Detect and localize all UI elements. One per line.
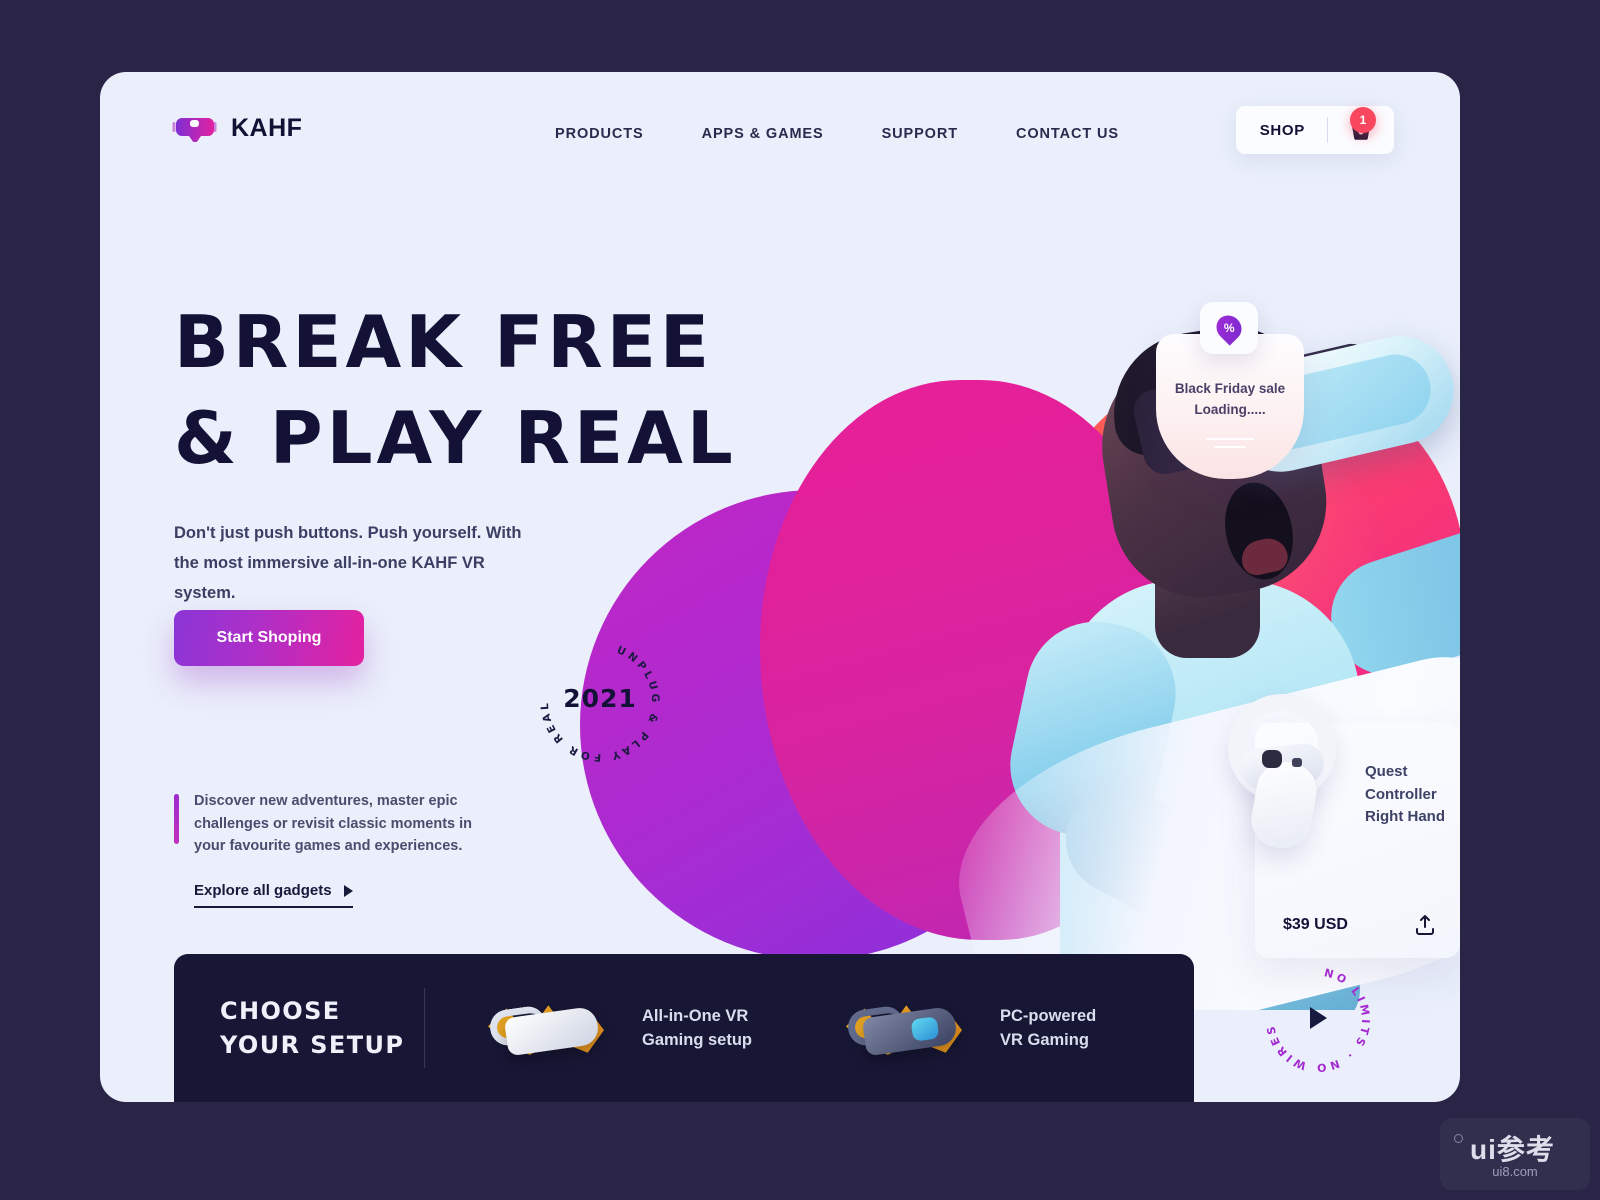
discount-flame-icon: % [1200,302,1258,354]
shopping-basket-icon[interactable]: 1 [1348,107,1376,143]
headline-line-1: BREAK FREE [174,300,714,384]
explore-label: Explore all gadgets [194,882,332,899]
setup-title: CHOOSE YOUR SETUP [220,994,404,1062]
site-header: KAHF PRODUCTS APPS & GAMES SUPPORT CONTA… [100,72,1460,190]
setup-option-all-in-one[interactable]: All-in-One VR Gaming setup [484,992,772,1064]
nav-item-contact-us[interactable]: CONTACT US [1016,120,1119,148]
controller-button [1292,758,1302,767]
play-triangle-icon [343,884,353,897]
choose-setup-bar: CHOOSE YOUR SETUP All-in-One VR Gaming s… [174,954,1194,1102]
brand-name: KAHF [231,114,303,142]
product-price: $39 USD [1283,916,1348,933]
brand-logo[interactable]: KAHF [172,114,302,143]
promo-text: Black Friday sale Loading..... [1156,378,1304,420]
shop-area: SHOP 1 [1235,106,1394,154]
hero-quote-text: Discover new adventures, master epic cha… [194,793,473,854]
hero-quote-block: Discover new adventures, master epic cha… [174,790,494,858]
white-vr-headset-icon [484,992,614,1064]
controller-thumbstick [1262,750,1282,768]
play-video-badge[interactable]: NO LIMITS · NO WIRES · [1258,960,1378,1080]
hero-subtext: Don't just push buttons. Push yourself. … [174,524,522,602]
nav-item-apps-games[interactable]: APPS & GAMES [702,120,824,148]
setup-option-pc-powered[interactable]: PC-powered VR Gaming [842,992,1130,1064]
add-to-cart-upload-icon[interactable] [1414,914,1436,936]
option-label-line-2: Gaming setup [642,1031,753,1049]
nav-item-products[interactable]: PRODUCTS [555,120,644,148]
explore-all-gadgets-link[interactable]: Explore all gadgets [194,882,353,908]
vr-controller-image [1218,694,1348,894]
option-label-line-2: VR Gaming [1000,1031,1089,1049]
setup-title-line-2: YOUR SETUP [220,1031,405,1059]
product-title: Quest Controller Right Hand [1365,763,1445,825]
option-label-line-1: PC-powered [1000,1007,1097,1025]
option-label-line-1: All-in-One VR [642,1007,749,1025]
main-navigation: PRODUCTS APPS & GAMES SUPPORT CONTACT US [555,120,1119,148]
screenshot-root: KAHF PRODUCTS APPS & GAMES SUPPORT CONTA… [0,0,1600,1200]
divider [1327,117,1328,143]
shop-button[interactable]: SHOP 1 [1235,106,1394,154]
page-title: BREAK FREE & PLAY REAL [174,294,737,486]
divider [424,988,425,1068]
nav-item-support[interactable]: SUPPORT [882,120,958,148]
year-label: 2021 [563,684,637,713]
landing-page-card: KAHF PRODUCTS APPS & GAMES SUPPORT CONTA… [100,72,1460,1102]
shop-label: SHOP [1259,121,1305,139]
setup-option-label: All-in-One VR Gaming setup [642,1004,772,1052]
promo-line-2: Loading..... [1194,402,1266,417]
year-circular-badge: UNPLUG & PLAY FOR REAL 2021 [530,632,670,772]
dark-vr-headset-icon [842,992,972,1064]
start-shopping-button[interactable]: Start Shoping [174,610,364,666]
promo-loading-bars [1206,438,1254,454]
watermark-sub: ui8.com [1492,1164,1538,1179]
setup-option-label: PC-powered VR Gaming [1000,1004,1130,1052]
setup-title-line-1: CHOOSE [220,997,341,1025]
vr-headset-icon [172,115,217,142]
watermark-dot-icon [1454,1134,1463,1143]
headline-line-2: & PLAY REAL [174,396,737,480]
play-triangle-icon[interactable] [1310,1007,1327,1029]
black-friday-promo-card[interactable]: Black Friday sale Loading..... [1156,334,1304,479]
promo-line-1: Black Friday sale [1174,381,1286,396]
cart-count-badge: 1 [1350,107,1376,133]
discount-percent-glyph: % [1223,321,1235,336]
watermark-main: ui参考 [1470,1134,1555,1165]
watermark: ui参考 ui8.com [1440,1118,1590,1190]
